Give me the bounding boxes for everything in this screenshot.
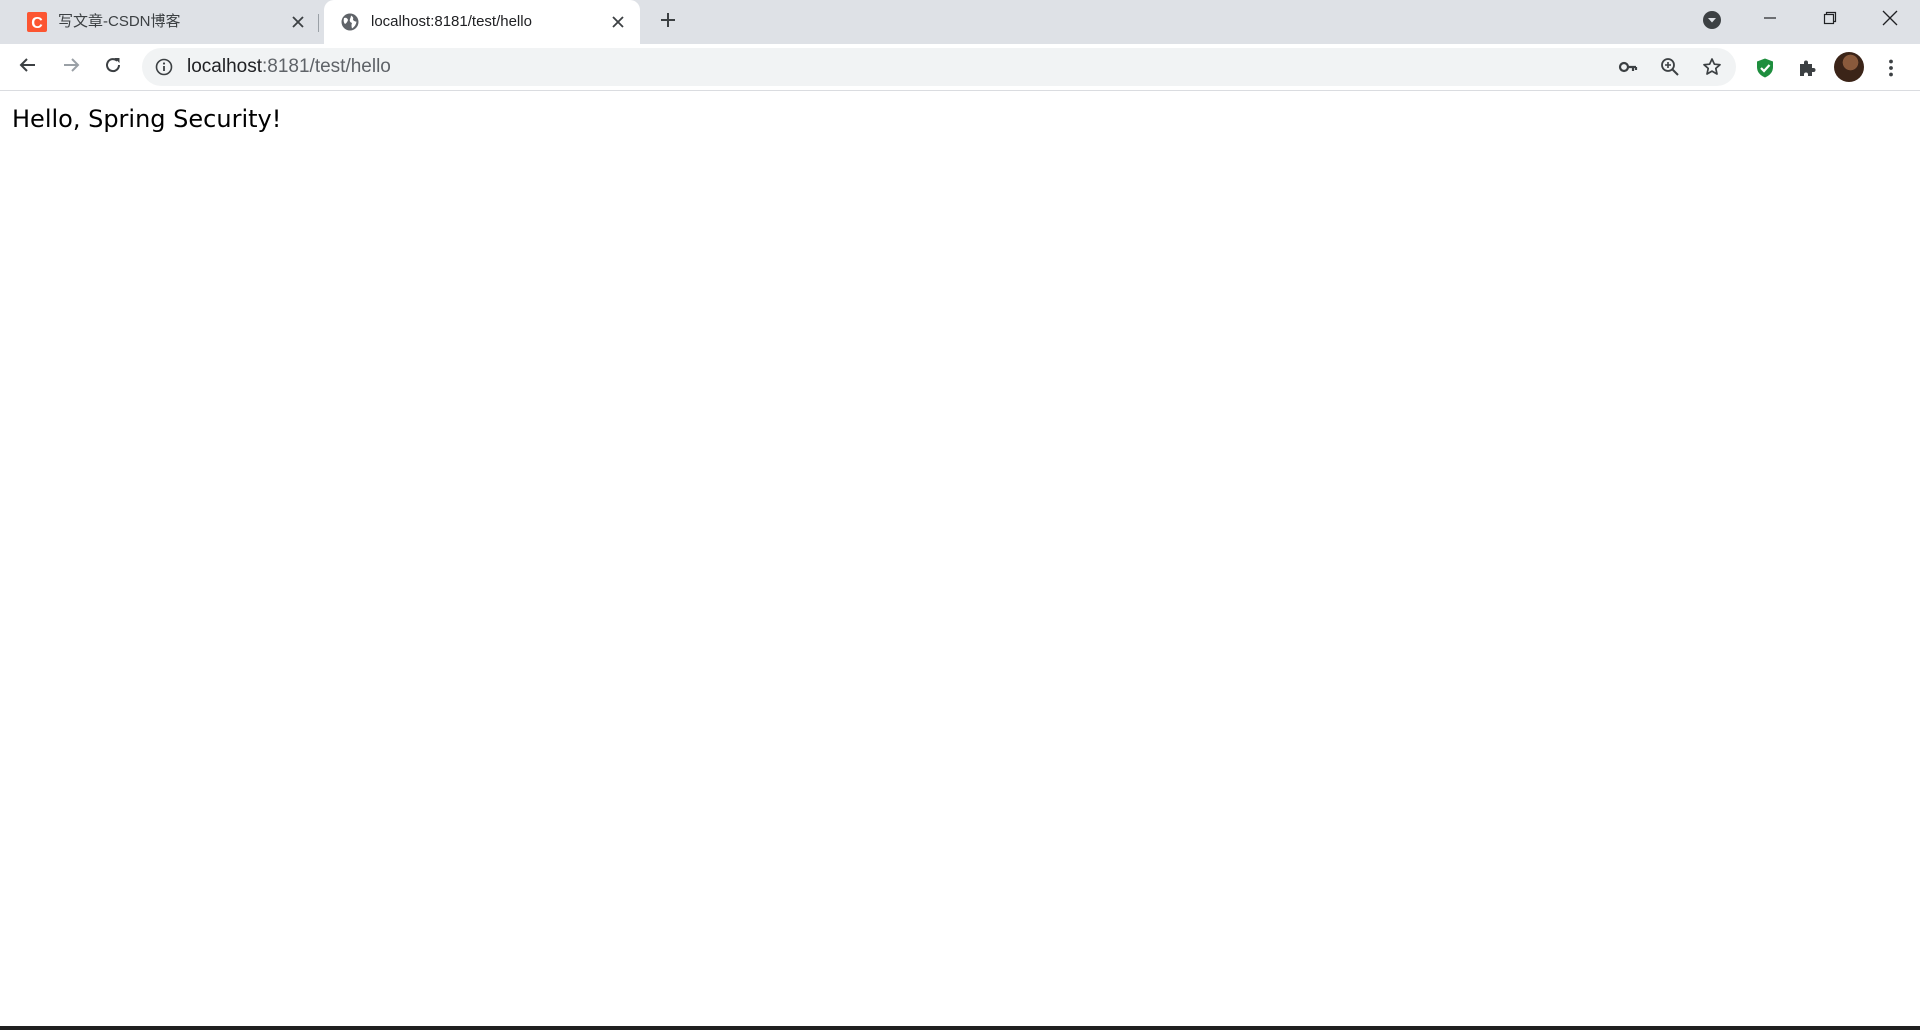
csdn-logo-icon: C (27, 12, 47, 32)
tab-localhost[interactable]: localhost:8181/test/hello (324, 0, 640, 44)
zoom-icon[interactable] (1658, 55, 1682, 79)
arrow-left-icon (18, 55, 38, 80)
minimize-icon (1763, 11, 1777, 30)
page-body-text: Hello, Spring Security! (12, 105, 282, 133)
url-text[interactable]: localhost:8181/test/hello (187, 56, 391, 78)
more-menu-icon[interactable] (1878, 55, 1904, 81)
profile-avatar[interactable] (1834, 52, 1864, 82)
close-icon[interactable] (287, 11, 309, 33)
browser-toolbar: localhost:8181/test/hello (0, 44, 1920, 91)
url-host: localhost (187, 56, 262, 77)
close-icon[interactable] (607, 11, 629, 33)
key-icon[interactable] (1616, 55, 1640, 79)
shield-extension-icon[interactable] (1752, 55, 1778, 81)
plus-icon (659, 11, 677, 34)
forward-button[interactable] (54, 50, 88, 84)
bookmark-star-icon[interactable] (1700, 55, 1724, 79)
minimize-button[interactable] (1740, 0, 1800, 40)
address-bar[interactable]: localhost:8181/test/hello (142, 48, 1736, 86)
puzzle-icon[interactable] (1794, 55, 1820, 81)
tab-csdn[interactable]: C 写文章-CSDN博客 (0, 0, 316, 44)
globe-icon (340, 12, 360, 32)
url-path: :8181/test/hello (262, 56, 391, 77)
back-button[interactable] (11, 50, 45, 84)
tab-search-button[interactable] (1700, 10, 1724, 34)
chevron-down-circle-icon (1702, 10, 1722, 35)
restore-button[interactable] (1800, 0, 1860, 40)
svg-text:C: C (31, 15, 43, 32)
tab-strip: C 写文章-CSDN博客 localhost:8181/test/hello (0, 0, 1920, 44)
new-tab-button[interactable] (654, 8, 682, 36)
restore-icon (1823, 11, 1837, 30)
reload-button[interactable] (96, 50, 130, 84)
arrow-right-icon (61, 55, 81, 80)
tab-title: localhost:8181/test/hello (371, 13, 532, 30)
taskbar-edge (0, 1026, 1920, 1030)
close-icon (1882, 10, 1898, 31)
page-content: Hello, Spring Security! (0, 92, 1920, 1026)
tab-divider (318, 14, 319, 32)
info-icon[interactable] (154, 57, 174, 77)
reload-icon (103, 55, 123, 80)
window-close-button[interactable] (1860, 0, 1920, 40)
tab-title: 写文章-CSDN博客 (58, 13, 181, 30)
